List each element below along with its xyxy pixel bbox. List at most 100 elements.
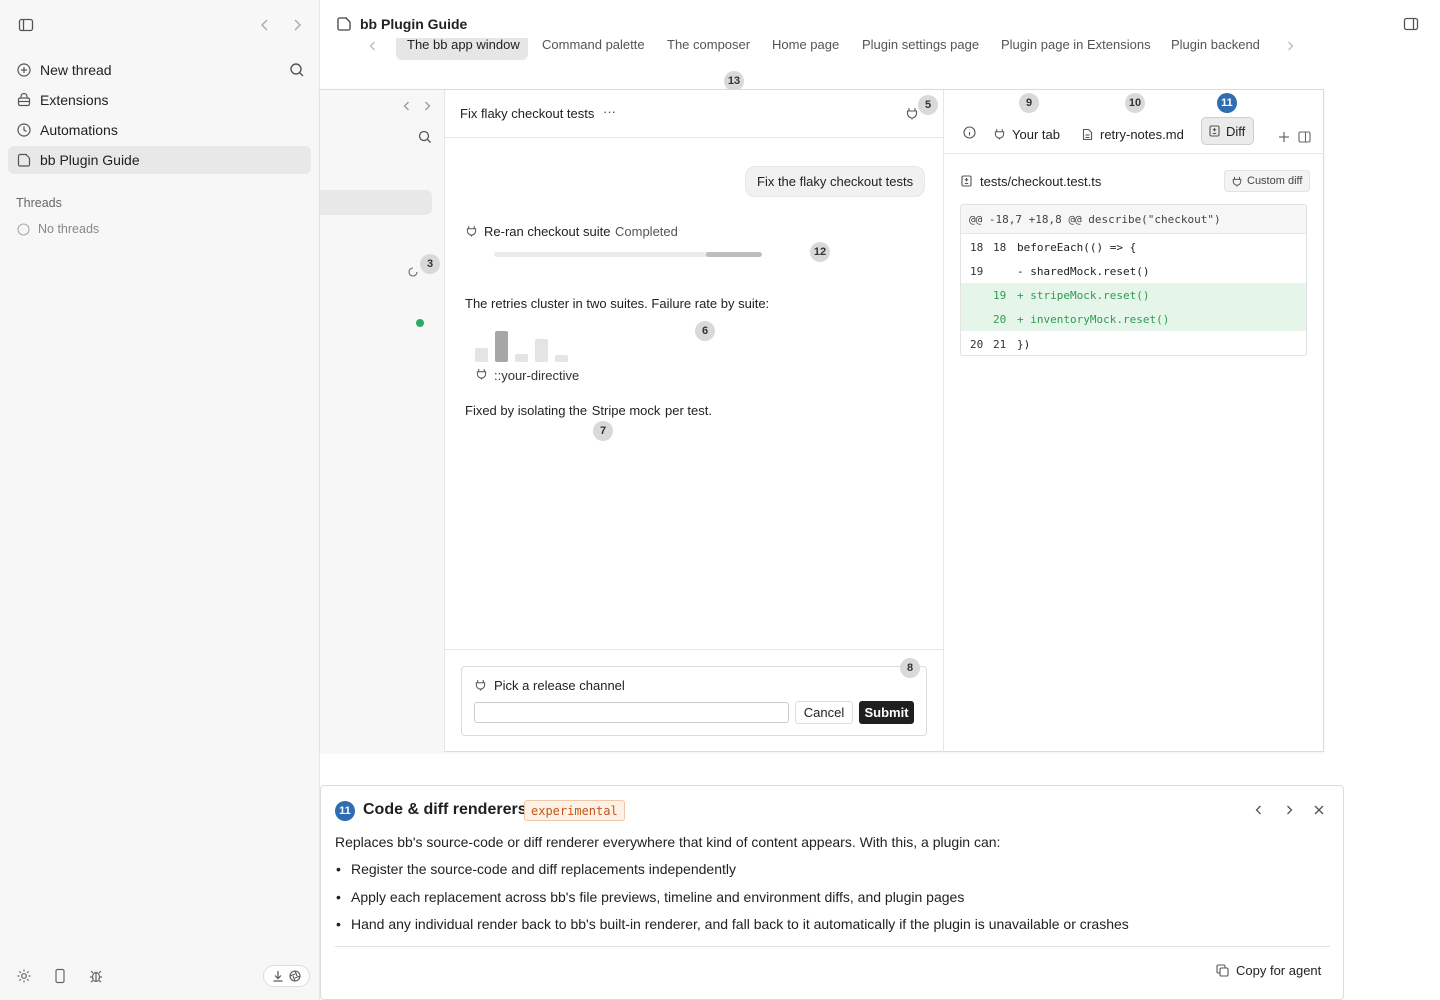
right-panel-tabs: 9 Your tab 10 retry-notes.md 11 Diff [944,90,1324,154]
tabs-scroll-left-icon[interactable] [368,41,378,51]
sidebar-item-label: bb Plugin Guide [40,152,140,168]
diff-line: 20 21}) [970,337,1031,351]
sidebar-item-extensions[interactable]: Extensions [8,86,311,114]
mini-chart-bar [555,355,568,362]
submit-button[interactable]: Submit [859,701,914,724]
diff-file-name: tests/checkout.test.ts [980,174,1102,189]
app-window-preview: 3 Fix flaky checkout tests ··· 5 Fix the… [320,89,1324,752]
panel-toggle-icon[interactable] [1403,16,1419,32]
mini-chart-bar [475,348,488,362]
tool-call-label: Re-ran checkout suite [484,224,611,239]
plugin-icon[interactable] [906,107,918,120]
back-arrow-icon[interactable] [402,101,412,111]
diff-line: 18 18 beforeEach(() => { [970,240,1137,254]
previous-icon[interactable] [1254,804,1264,816]
bug-icon[interactable] [88,968,104,984]
search-icon[interactable] [418,130,432,144]
split-panel-icon[interactable] [1298,131,1311,143]
step-badge[interactable]: 8 [900,658,920,678]
loading-spinner-icon [408,267,418,277]
mini-sidebar: 3 [320,90,445,752]
step-badge-active[interactable]: 11 [1217,93,1237,113]
tab-your-tab[interactable]: Your tab [994,123,1060,145]
step-badge[interactable]: 12 [810,242,830,262]
sidebar: New thread Extensions Automations bb Plu… [0,0,320,1000]
tool-call-status: Completed [615,224,678,239]
step-badge[interactable]: 3 [420,254,440,274]
sidebar-item-automations[interactable]: Automations [8,116,311,144]
chat-bubble-icon [17,223,30,236]
phone-icon[interactable] [52,968,68,984]
prompt-title: Pick a release channel [494,678,625,693]
sidebar-toggle-icon[interactable] [18,17,34,33]
active-item-highlight[interactable] [320,190,432,215]
note-icon [1082,128,1093,141]
tab-home-page[interactable]: Home page [772,38,839,52]
status-pill[interactable] [263,965,310,987]
sidebar-item-label: Extensions [40,92,109,108]
plugin-icon [336,16,352,32]
no-threads-text: No threads [38,222,100,236]
forward-arrow-icon[interactable] [289,17,305,33]
text-segment: Fixed by isolating the [465,403,588,418]
settings-gear-icon[interactable] [16,968,32,984]
next-icon[interactable] [1284,804,1294,816]
add-tab-icon[interactable] [1278,131,1290,143]
tab-command-palette[interactable]: Command palette [542,38,645,52]
tabs-scroll-right-icon[interactable] [1285,41,1295,51]
copy-for-agent-button[interactable]: Copy for agent [1216,963,1321,978]
diff-hunk-header: @@ -18,7 +18,8 @@ describe("checkout") [961,205,1306,234]
thread-pane: Fix flaky checkout tests ··· 5 Fix the f… [445,90,943,752]
tab-plugin-settings[interactable]: Plugin settings page [862,38,979,52]
sidebar-item-label: New thread [40,62,112,78]
sidebar-item-bb-plugin-guide[interactable]: bb Plugin Guide [8,146,311,174]
forward-arrow-icon[interactable] [422,101,432,111]
step-badge-active: 11 [335,801,355,821]
back-arrow-icon[interactable] [257,17,273,33]
release-channel-input[interactable] [474,702,789,723]
tab-plugin-page-extensions[interactable]: Plugin page in Extensions [1001,38,1151,52]
info-icon[interactable] [963,126,976,139]
custom-diff-label: Custom diff [1247,175,1303,187]
directive-label: ::your-directive [494,368,580,383]
prompt-box: Pick a release channel Cancel Submit [461,666,927,736]
clock-icon [17,123,31,137]
more-options-button[interactable]: ··· [603,104,616,119]
sidebar-item-new-thread[interactable]: New thread [8,56,311,84]
assistant-text: The retries cluster in two suites. Failu… [465,296,770,311]
step-badge[interactable]: 5 [918,95,938,115]
plus-circle-icon [17,63,31,77]
sidebar-item-label: Automations [40,122,118,138]
cancel-button[interactable]: Cancel [795,701,853,724]
page-title: bb Plugin Guide [360,16,468,32]
assistant-text: Fixed by isolating the Stripe mock per t… [465,403,712,418]
card-bullet: Apply each replacement across bb's file … [336,889,964,905]
tab-composer[interactable]: The composer [667,38,750,52]
text-segment: per test. [665,403,712,418]
tab-label: retry-notes.md [1100,126,1184,142]
highlighted-term[interactable]: Stripe mock [591,403,662,418]
tab-label: Your tab [1012,126,1060,142]
feature-info-card: 11 Code & diff renderers experimental Re… [320,785,1344,1000]
step-badge[interactable]: 7 [593,421,613,441]
custom-diff-chip[interactable]: Custom diff [1224,170,1311,192]
plugin-icon [466,225,477,237]
step-badge[interactable]: 9 [1019,93,1039,113]
thread-title: Fix flaky checkout tests [460,106,595,121]
step-badge[interactable]: 13 [724,71,744,91]
search-icon[interactable] [289,62,305,78]
tab-retry-notes[interactable]: retry-notes.md [1082,123,1184,145]
close-icon[interactable] [1313,804,1325,816]
tour-tabs: The bb app window Command palette The co… [396,38,1276,60]
plugin-icon [476,368,487,380]
tab-app-window[interactable]: The bb app window [396,38,528,60]
progress-bar [494,252,762,257]
tab-diff[interactable]: Diff [1201,117,1254,145]
thread-header: Fix flaky checkout tests ··· 5 [445,90,943,138]
tab-plugin-backend[interactable]: Plugin backend [1171,38,1260,52]
tab-label: Diff [1226,123,1246,139]
step-badge[interactable]: 6 [695,321,715,341]
mini-chart-bar [535,339,548,362]
card-bullet: Hand any individual render back to bb's … [336,916,1129,932]
step-badge[interactable]: 10 [1125,93,1145,113]
